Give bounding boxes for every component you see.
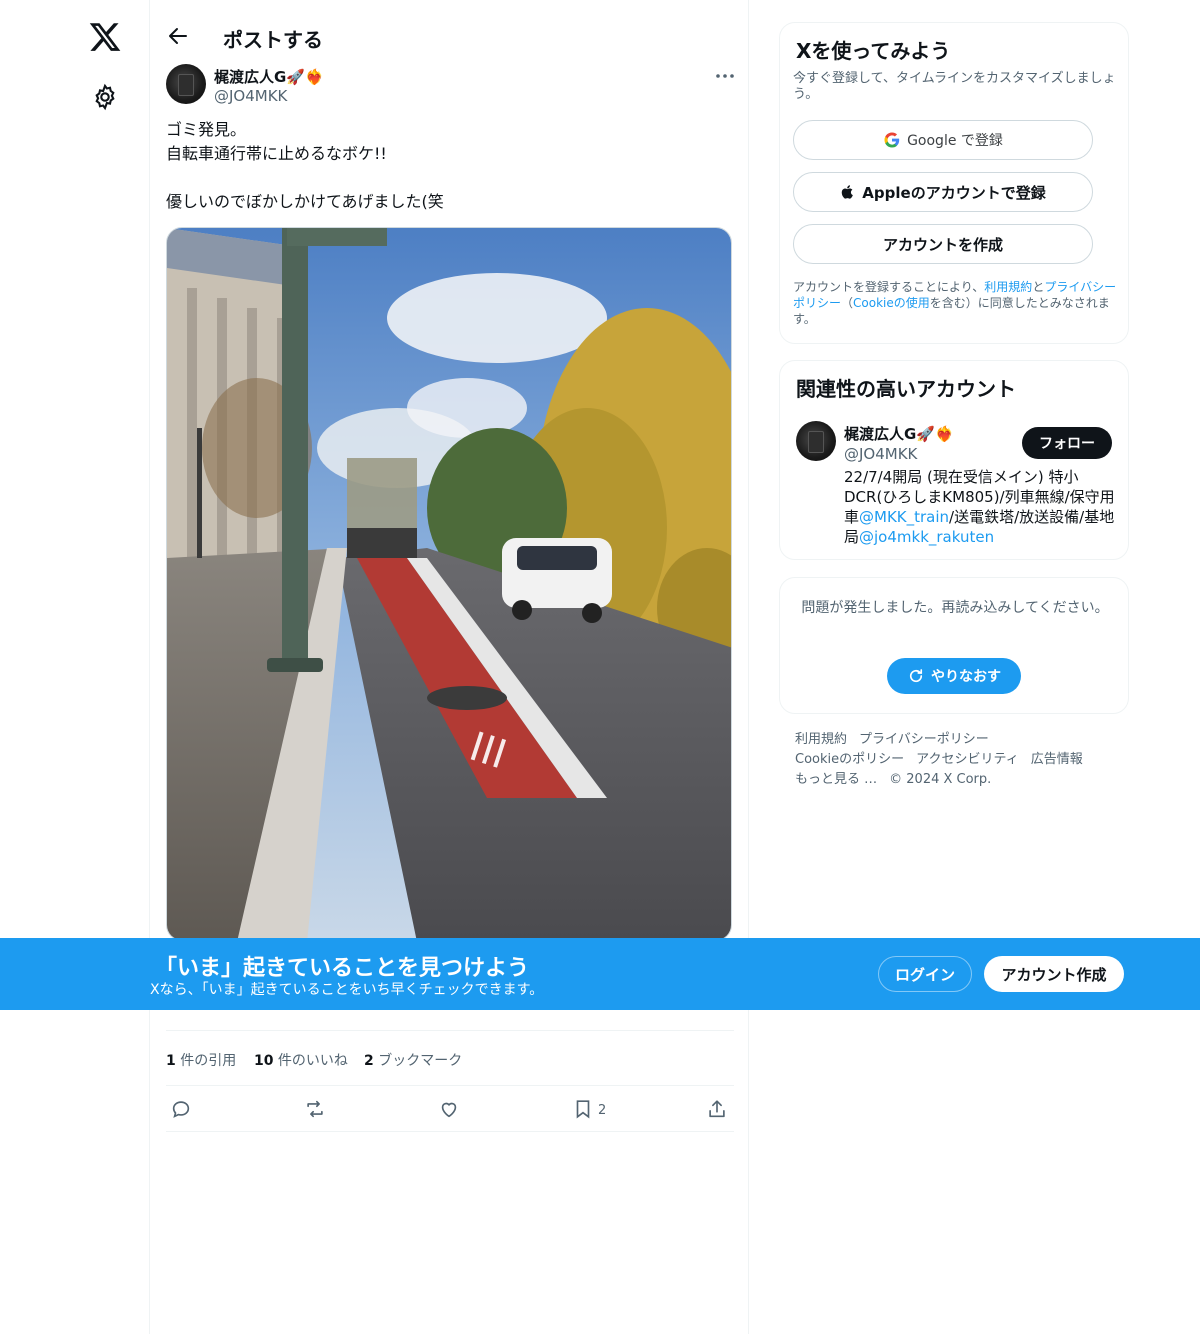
- share-icon[interactable]: [706, 1098, 728, 1120]
- error-message: 問題が発生しました。再読み込みしてください。: [801, 600, 1109, 616]
- bookmark-count: 2: [598, 1103, 607, 1118]
- like-icon[interactable]: [438, 1098, 460, 1120]
- google-signup-button[interactable]: Google で登録: [793, 120, 1093, 160]
- likes-stat[interactable]: 10 件のいいね: [254, 1050, 348, 1070]
- bookmarks-label: ブックマーク: [373, 1053, 463, 1069]
- arrow-left-icon[interactable]: [166, 24, 190, 48]
- post-stats: 1 件の引用 10 件のいいね 2 ブックマーク: [166, 1030, 734, 1086]
- google-signup-label: Google で登録: [907, 133, 1003, 149]
- legal-and: と: [1032, 280, 1045, 294]
- error-card: 問題が発生しました。再読み込みしてください。 やりなおす: [779, 577, 1129, 714]
- quotes-label: 件の引用: [175, 1053, 237, 1069]
- bookmarks-count: 2: [364, 1053, 374, 1069]
- signup-title: Xを使ってみよう: [796, 39, 951, 63]
- banner-title: 「いま」起きていることを見つけよう: [155, 956, 530, 981]
- related-name[interactable]: 梶渡広人G🚀❤️‍🔥: [844, 423, 954, 444]
- footer-terms[interactable]: 利用規約: [795, 732, 847, 747]
- apple-signup-button[interactable]: Appleのアカウントで登録: [793, 172, 1093, 212]
- post-author: 梶渡広人G🚀❤️‍🔥 @JO4MKK: [166, 64, 736, 108]
- footer-more[interactable]: もっと見る …: [795, 772, 877, 787]
- left-nav: [0, 0, 150, 1334]
- banner-subtitle: Xなら、「いま」起きていることをいち早くチェックできます。: [150, 982, 544, 998]
- footer-cookie[interactable]: Cookieのポリシー: [795, 752, 904, 767]
- post-text: ゴミ発見。 自転車通行帯に止めるなボケ!! 優しいのでぼかしかけてあげました(笑: [166, 120, 444, 211]
- footer-privacy[interactable]: プライバシーポリシー: [859, 732, 989, 747]
- likes-label: 件のいいね: [273, 1053, 348, 1069]
- cookie-link[interactable]: Cookieの使用: [853, 296, 930, 310]
- x-logo-icon[interactable]: [88, 20, 122, 54]
- google-icon: [884, 132, 900, 148]
- repost-icon[interactable]: [304, 1098, 326, 1120]
- footer-ads[interactable]: 広告情報: [1031, 752, 1083, 767]
- bookmarks-stat[interactable]: 2 ブックマーク: [364, 1050, 462, 1070]
- quotes-count: 1: [166, 1053, 176, 1069]
- related-handle[interactable]: @JO4MKK: [844, 445, 917, 463]
- bio-link-rakuten[interactable]: @jo4mkk_rakuten: [859, 528, 994, 546]
- author-name[interactable]: 梶渡広人G🚀❤️‍🔥: [214, 66, 324, 87]
- related-accounts-card: 関連性の高いアカウント 梶渡広人G🚀❤️‍🔥 @JO4MKK フォロー 22/7…: [779, 360, 1129, 560]
- related-avatar[interactable]: [796, 421, 836, 461]
- related-bio: 22/7/4開局 (現在受信メイン) 特小DCR(ひろしまKM805)/列車無線…: [844, 467, 1116, 547]
- sidebar-footer: 利用規約 プライバシーポリシー Cookieのポリシー アクセシビリティ 広告情報 も…: [795, 730, 1125, 790]
- top-bar: ポストする: [150, 0, 750, 74]
- footer-copyright: © 2024 X Corp.: [889, 772, 992, 787]
- signup-card: Xを使ってみよう 今すぐ登録して、タイムラインをカスタマイズしましょう。 Goo…: [779, 22, 1129, 344]
- signup-banner: 「いま」起きていることを見つけよう Xなら、「いま」起きていることをいち早くチェ…: [0, 938, 1200, 1010]
- bookmark-icon[interactable]: [572, 1098, 594, 1120]
- banner-create-account-button[interactable]: アカウント作成: [984, 956, 1124, 992]
- more-options-icon[interactable]: [714, 72, 736, 80]
- signup-subtitle: 今すぐ登録して、タイムラインをカスタマイズしましょう。: [793, 71, 1116, 102]
- main-column: ポストする 梶渡広人G🚀❤️‍🔥 @JO4MKK ゴミ発見。 自転車通行帯に止め…: [149, 0, 749, 1334]
- avatar[interactable]: [166, 64, 206, 104]
- post-image[interactable]: III: [166, 227, 732, 941]
- login-button[interactable]: ログイン: [878, 956, 972, 992]
- street-photo: III: [167, 228, 731, 940]
- page-title: ポストする: [223, 28, 323, 52]
- legal-prefix: アカウントを登録することにより、: [793, 280, 985, 294]
- reply-icon[interactable]: [170, 1098, 192, 1120]
- refresh-icon: [909, 669, 923, 683]
- related-title: 関連性の高いアカウント: [796, 377, 1016, 401]
- gear-icon[interactable]: [91, 83, 119, 111]
- quotes-stat[interactable]: 1 件の引用: [166, 1050, 236, 1070]
- footer-accessibility[interactable]: アクセシビリティ: [916, 752, 1019, 767]
- legal-notice: アカウントを登録することにより、利用規約とプライバシーポリシー（Cookieの使…: [793, 279, 1123, 327]
- create-account-button[interactable]: アカウントを作成: [793, 224, 1093, 264]
- retry-label: やりなおす: [931, 669, 1001, 685]
- likes-count: 10: [254, 1053, 274, 1069]
- legal-paren: （: [841, 296, 854, 310]
- apple-icon: [842, 185, 854, 199]
- terms-link[interactable]: 利用規約: [984, 280, 1032, 294]
- author-handle[interactable]: @JO4MKK: [214, 87, 287, 105]
- apple-signup-label: Appleのアカウントで登録: [862, 183, 1046, 202]
- retry-button[interactable]: やりなおす: [887, 658, 1021, 694]
- bio-link-train[interactable]: @MKK_train: [859, 508, 949, 526]
- post-actions: 2: [166, 1086, 734, 1132]
- follow-button[interactable]: フォロー: [1022, 427, 1112, 459]
